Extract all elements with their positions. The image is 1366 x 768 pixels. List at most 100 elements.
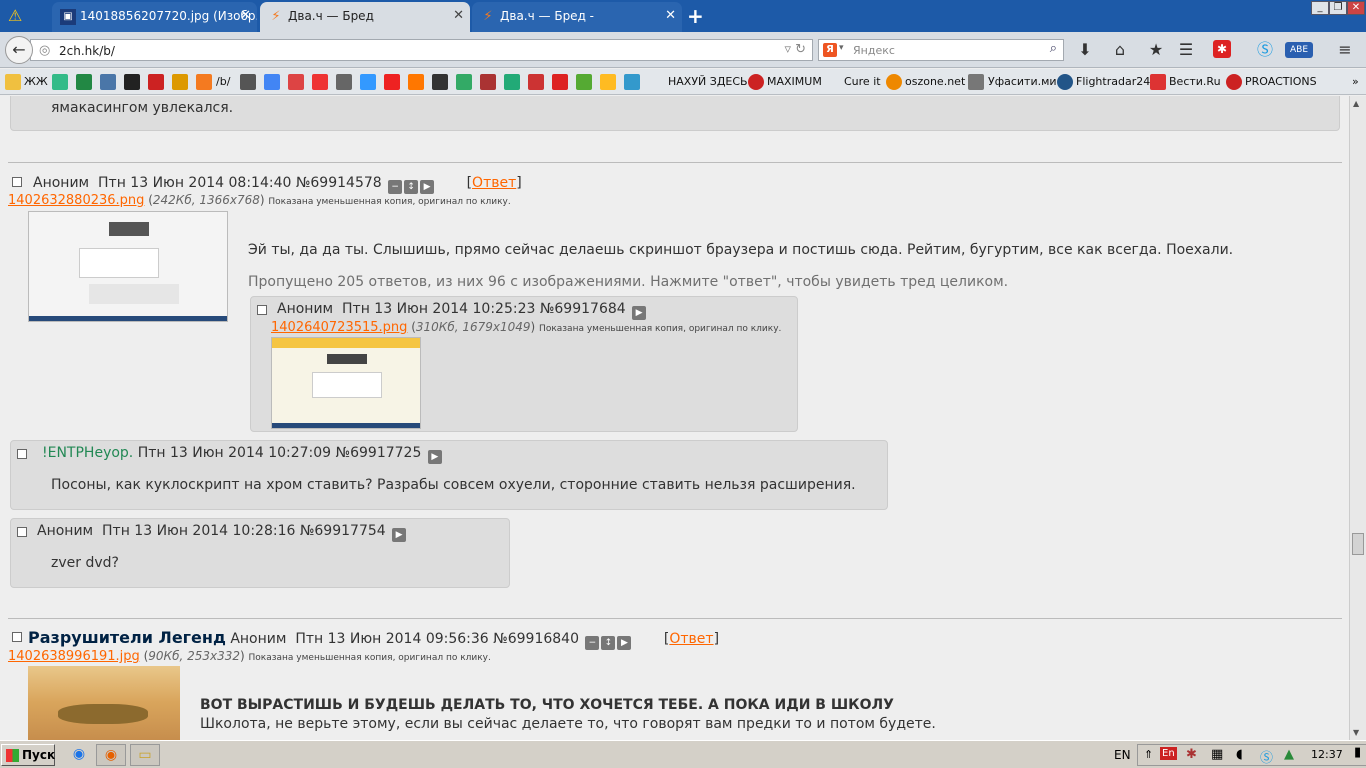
bookmark-vesti[interactable]: Вести.Ru bbox=[1169, 75, 1221, 88]
soundcloud-icon[interactable] bbox=[408, 74, 424, 90]
close-icon[interactable]: ✕ bbox=[240, 8, 251, 23]
bookmark-icon[interactable] bbox=[360, 74, 376, 90]
close-icon[interactable]: ✕ bbox=[665, 8, 676, 23]
google-icon[interactable] bbox=[264, 74, 280, 90]
post-number[interactable]: №69917684 bbox=[540, 301, 626, 317]
firefox-icon[interactable]: ◉ bbox=[96, 744, 126, 766]
yandex-icon[interactable] bbox=[312, 74, 328, 90]
expand-icon[interactable]: ↕ bbox=[601, 636, 616, 650]
skype-icon[interactable]: Ⓢ bbox=[1260, 747, 1273, 766]
scrollbar-thumb[interactable] bbox=[1352, 533, 1364, 555]
file-link[interactable]: 1402640723515.png bbox=[271, 320, 407, 335]
start-button[interactable]: Пуск bbox=[1, 744, 55, 766]
scroll-down-icon[interactable]: ▼ bbox=[1353, 728, 1359, 737]
bookmark-icon[interactable] bbox=[1226, 74, 1242, 90]
post-number[interactable]: №69917725 bbox=[336, 445, 422, 461]
bookmark-maximum[interactable]: MAXIMUM bbox=[767, 75, 822, 88]
star-icon[interactable]: ★ bbox=[1146, 40, 1166, 60]
hide-icon[interactable]: − bbox=[388, 180, 403, 194]
play-icon[interactable] bbox=[52, 74, 68, 90]
minimize-button[interactable]: _ bbox=[1311, 1, 1329, 15]
answer-link[interactable]: [Ответ] bbox=[664, 631, 719, 647]
bookmark-icon[interactable] bbox=[552, 74, 568, 90]
tab-2ch[interactable]: ⚡ Два.ч — Бред - ✕ bbox=[472, 2, 682, 32]
drive-icon[interactable]: ▲ bbox=[1284, 747, 1294, 762]
close-window-button[interactable]: ✕ bbox=[1347, 1, 1365, 15]
tray-lang-icon[interactable]: En bbox=[1160, 747, 1177, 760]
menu-icon[interactable]: ≡ bbox=[1335, 40, 1355, 60]
bookmark-icon[interactable] bbox=[1057, 74, 1073, 90]
answer-link-text[interactable]: Ответ bbox=[669, 631, 713, 647]
chrome-icon[interactable]: ◉ bbox=[64, 744, 94, 766]
bookmark-icon[interactable] bbox=[1150, 74, 1166, 90]
back-button[interactable]: ← bbox=[5, 36, 33, 64]
clock[interactable]: 12:37 bbox=[1311, 748, 1343, 761]
bookmark-icon[interactable] bbox=[504, 74, 520, 90]
language-indicator[interactable]: EN bbox=[1114, 748, 1131, 762]
post-checkbox[interactable] bbox=[257, 305, 267, 315]
download-icon[interactable]: ⬇ bbox=[1075, 40, 1095, 60]
chevron-down-icon[interactable]: ▾ bbox=[839, 43, 844, 53]
bookmark-icon[interactable] bbox=[172, 74, 188, 90]
skype-icon[interactable]: Ⓢ bbox=[1255, 40, 1275, 60]
youtube-icon[interactable] bbox=[384, 74, 400, 90]
post-thumbnail[interactable] bbox=[271, 337, 421, 429]
url-bar[interactable]: ◎ 2ch.hk/b/ ▿ ↻ bbox=[30, 39, 813, 61]
reload-icon[interactable]: ▿ ↻ bbox=[784, 42, 806, 57]
post-checkbox[interactable] bbox=[12, 177, 22, 187]
expand-icon[interactable]: ↕ bbox=[404, 180, 419, 194]
bookmark-icon[interactable] bbox=[148, 74, 164, 90]
answer-link[interactable]: [Ответ] bbox=[467, 175, 522, 191]
bookmark-icon[interactable] bbox=[748, 74, 764, 90]
show-desktop-icon[interactable]: ▮ bbox=[1354, 745, 1361, 760]
post-checkbox[interactable] bbox=[17, 449, 27, 459]
bookmark-ufacity[interactable]: Уфасити.ми bbox=[988, 75, 1057, 88]
answer-link-text[interactable]: Ответ bbox=[472, 175, 516, 191]
folder-icon[interactable]: ▭ bbox=[130, 744, 160, 766]
maximize-button[interactable]: ❐ bbox=[1329, 1, 1347, 15]
file-link[interactable]: 1402638996191.jpg bbox=[8, 649, 140, 664]
bookmark-icon[interactable] bbox=[886, 74, 902, 90]
home-icon[interactable]: ⌂ bbox=[1110, 40, 1130, 60]
file-link[interactable]: 1402632880236.png bbox=[8, 193, 144, 208]
play-icon[interactable]: ▶ bbox=[420, 180, 435, 194]
bookmark-icon[interactable] bbox=[336, 74, 352, 90]
bookmark-icon[interactable] bbox=[432, 74, 448, 90]
search-input[interactable]: Я ▾ Яндекс ⌕ bbox=[818, 39, 1064, 61]
play-icon[interactable]: ▶ bbox=[392, 528, 407, 542]
hide-icon[interactable]: − bbox=[585, 636, 600, 650]
volume-icon[interactable]: ◖ bbox=[1236, 747, 1243, 762]
network-icon[interactable]: ▦ bbox=[1211, 747, 1223, 762]
tab-image[interactable]: ▣ 14018856207720.jpg (Изобр... ✕ bbox=[52, 2, 257, 32]
bookmark-nahui[interactable]: НАХУЙ ЗДЕСЬ bbox=[668, 75, 748, 88]
tray-app-icon[interactable]: ✱ bbox=[1186, 747, 1197, 762]
gmail-icon[interactable] bbox=[288, 74, 304, 90]
bookmark-icon[interactable] bbox=[624, 74, 640, 90]
play-icon[interactable]: ▶ bbox=[617, 636, 632, 650]
vk-icon[interactable] bbox=[100, 74, 116, 90]
scroll-up-icon[interactable]: ▲ bbox=[1353, 99, 1359, 108]
bookmarks-list-icon[interactable]: ☰ bbox=[1176, 40, 1196, 60]
bookmark-cureit[interactable]: Cure it bbox=[844, 75, 881, 88]
play-icon[interactable]: ▶ bbox=[632, 306, 647, 320]
post-checkbox[interactable] bbox=[12, 632, 22, 642]
bookmark-icon[interactable] bbox=[456, 74, 472, 90]
post-checkbox[interactable] bbox=[17, 527, 27, 537]
play-icon[interactable]: ▶ bbox=[427, 450, 442, 464]
post-number[interactable]: №69917754 bbox=[300, 523, 386, 539]
post-number[interactable]: №69914578 bbox=[296, 175, 382, 191]
new-tab-button[interactable]: + bbox=[687, 4, 704, 28]
bookmark-icon[interactable] bbox=[124, 74, 140, 90]
addon-icon[interactable]: ✱ bbox=[1213, 40, 1231, 58]
bookmark-icon[interactable] bbox=[76, 74, 92, 90]
bookmark-icon[interactable] bbox=[600, 74, 616, 90]
post-number[interactable]: №69916840 bbox=[493, 631, 579, 647]
bookmark-icon[interactable] bbox=[240, 74, 256, 90]
page-scrollbar[interactable]: ▲ ▼ bbox=[1349, 96, 1366, 740]
bookmark-icon[interactable] bbox=[968, 74, 984, 90]
bookmark-icon[interactable] bbox=[480, 74, 496, 90]
chevron-up-icon[interactable]: ⇑ bbox=[1144, 748, 1153, 761]
post-thumbnail[interactable] bbox=[28, 666, 180, 740]
bookmark-icon[interactable] bbox=[576, 74, 592, 90]
bookmark-icon[interactable] bbox=[528, 74, 544, 90]
